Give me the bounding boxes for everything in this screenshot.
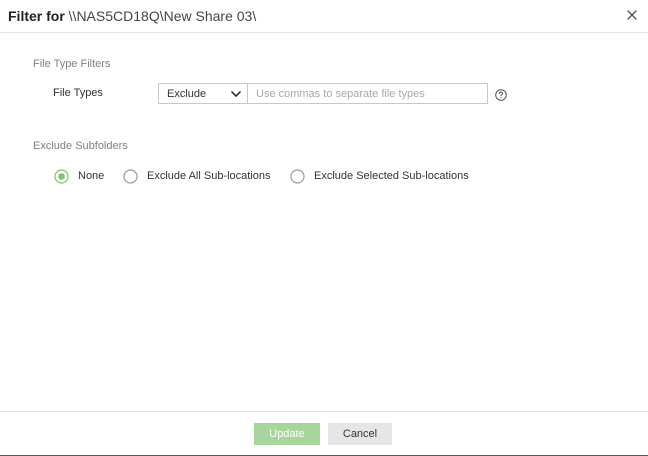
update-button[interactable]: Update (254, 423, 320, 445)
help-icon[interactable] (495, 88, 507, 101)
exclude-subfolders-heading: Exclude Subfolders (33, 140, 128, 152)
dialog-footer: Update Cancel (0, 411, 648, 455)
radio-selected-icon (54, 169, 69, 184)
radio-unselected-icon (290, 169, 305, 184)
dialog-title: Filter for \\NAS5CD18Q\New Share 03\ (8, 7, 256, 25)
dialog-header: Filter for \\NAS5CD18Q\New Share 03\ (0, 0, 648, 33)
file-type-mode-value: Exclude (167, 88, 207, 100)
radio-label-exclude-selected: Exclude Selected Sub-locations (314, 170, 469, 182)
filter-dialog: Filter for \\NAS5CD18Q\New Share 03\ Fil… (0, 0, 648, 456)
radio-label-none: None (78, 170, 105, 182)
file-type-mode-select[interactable]: Exclude (158, 83, 248, 104)
file-types-input[interactable] (248, 83, 488, 104)
cancel-button[interactable]: Cancel (328, 423, 392, 445)
close-icon[interactable] (625, 8, 639, 22)
chevron-down-icon (231, 89, 241, 99)
file-types-label: File Types (53, 87, 103, 99)
radio-unselected-icon (123, 169, 138, 184)
radio-label-exclude-all: Exclude All Sub-locations (147, 170, 271, 182)
dialog-title-prefix: Filter for (8, 8, 65, 24)
file-type-filters-heading: File Type Filters (33, 58, 111, 70)
dialog-title-path: \\NAS5CD18Q\New Share 03\ (68, 8, 257, 24)
